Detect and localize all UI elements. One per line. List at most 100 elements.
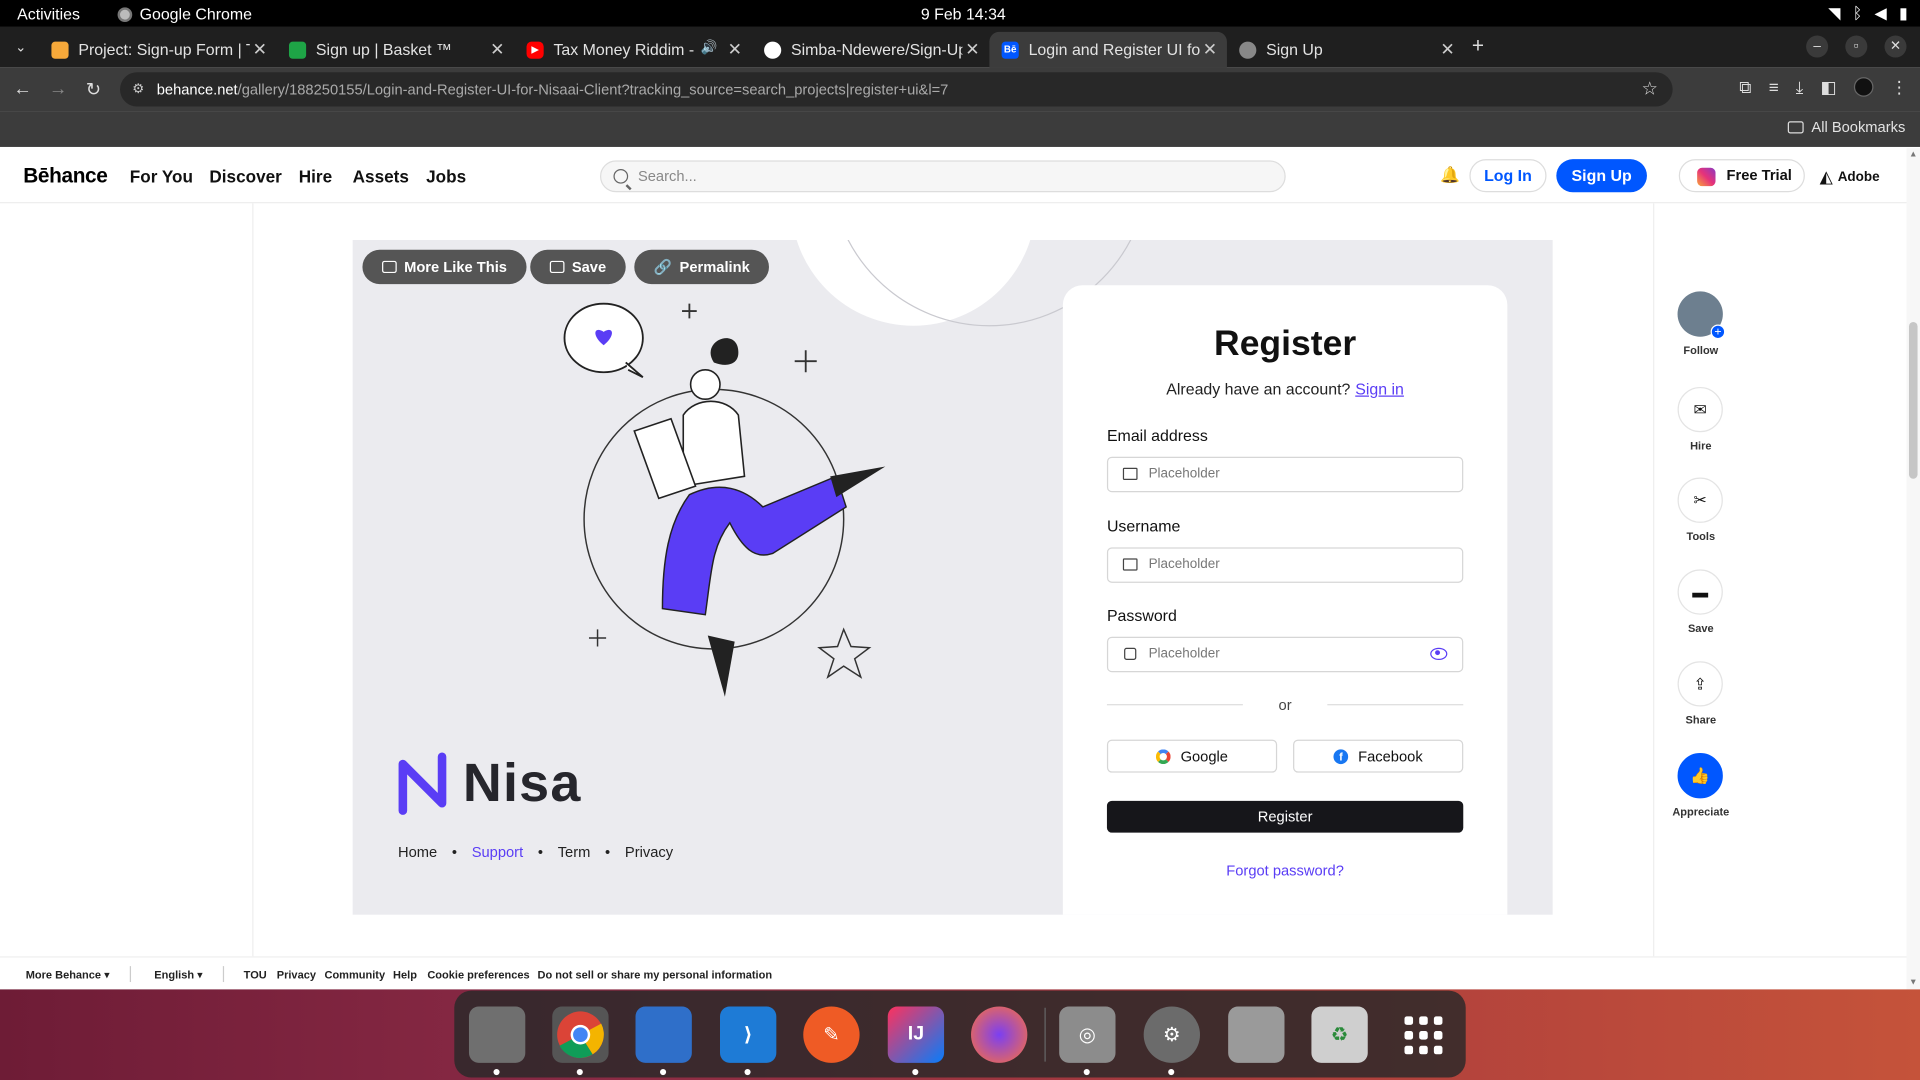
- tab-1[interactable]: Sign up | Basket ™ ✕: [277, 32, 515, 68]
- extensions-icon[interactable]: ⧉: [1739, 77, 1751, 98]
- footer-tou-link[interactable]: TOU: [244, 969, 267, 981]
- ssd-drive-icon[interactable]: [1228, 1006, 1285, 1063]
- minimize-button[interactable]: –: [1806, 35, 1829, 58]
- share-icon[interactable]: ⇪: [1677, 661, 1723, 707]
- behance-header: Bēhance For You Discover Hire Assets Job…: [0, 148, 1908, 204]
- folder-icon: [549, 260, 565, 274]
- login-button[interactable]: Log In: [1469, 159, 1547, 193]
- avatar[interactable]: +: [1677, 291, 1726, 340]
- nav-assets[interactable]: Assets: [353, 167, 409, 187]
- tab-2[interactable]: ▶ Tax Money Riddim - m 🔊 ✕: [514, 32, 752, 68]
- dock-separator: [1044, 1007, 1046, 1062]
- chrome-icon[interactable]: [552, 1006, 609, 1076]
- toolbar-icons: ⧉ ≡ ⤓ ◧ ⋮: [1739, 77, 1908, 98]
- nav-discover[interactable]: Discover: [209, 167, 281, 187]
- project-footer-nav: Home • Support • Term • Privacy: [398, 844, 673, 861]
- nav-jobs[interactable]: Jobs: [426, 167, 466, 187]
- profile-avatar[interactable]: [1853, 77, 1874, 97]
- more-behance-dropdown[interactable]: More Behance ▾: [26, 969, 110, 982]
- more-like-this-button[interactable]: More Like This: [362, 249, 527, 285]
- tab-strip: ⌄ Project: Sign-up Form | T ✕ Sign up | B…: [0, 26, 1920, 68]
- activities-button[interactable]: Activities: [17, 5, 80, 23]
- clock[interactable]: 9 Feb 14:34: [921, 5, 1006, 23]
- facebook-label: Facebook: [1358, 747, 1423, 765]
- audio-playing-icon[interactable]: 🔊: [701, 39, 718, 55]
- scrollbar-thumb[interactable]: [1908, 322, 1918, 479]
- tab-search-button[interactable]: ⌄: [10, 37, 32, 59]
- save-button[interactable]: Save: [530, 249, 626, 285]
- footer-privacy-link[interactable]: Privacy: [277, 969, 316, 981]
- bookmark-star-icon[interactable]: ☆: [1641, 72, 1657, 106]
- app-menu[interactable]: Google Chrome: [117, 5, 252, 23]
- close-icon[interactable]: ✕: [490, 39, 504, 60]
- scroll-up-icon[interactable]: ▲: [1909, 151, 1917, 160]
- close-icon[interactable]: ✕: [253, 39, 267, 60]
- more-like-this-label: More Like This: [404, 258, 507, 276]
- forward-button[interactable]: →: [49, 78, 67, 99]
- close-icon[interactable]: ✕: [1203, 39, 1217, 60]
- nav-hire[interactable]: Hire: [299, 167, 332, 187]
- side-panel-icon[interactable]: ◧: [1821, 77, 1837, 98]
- reload-button[interactable]: ↻: [86, 78, 101, 101]
- running-indicator: [660, 1068, 667, 1076]
- appreciate-action[interactable]: 👍 Appreciate: [1672, 753, 1729, 818]
- adobe-link[interactable]: ◭ Adobe: [1820, 167, 1880, 188]
- footer-do-not-sell-link[interactable]: Do not sell or share my personal informa…: [538, 969, 773, 981]
- address-bar[interactable]: ⚙ behance.net/gallery/188250155/Login-an…: [120, 72, 1673, 107]
- files-icon[interactable]: [468, 1006, 526, 1076]
- system-tray[interactable]: ◥ ᛒ ◀ ▮: [1828, 4, 1908, 24]
- text-editor-icon[interactable]: [635, 1006, 692, 1076]
- intellij-icon[interactable]: IJ: [887, 1006, 945, 1076]
- trash-icon[interactable]: ♻: [1311, 1006, 1368, 1063]
- share-action[interactable]: ⇪ Share: [1677, 661, 1723, 726]
- settings-icon[interactable]: ⚙: [1143, 1006, 1201, 1076]
- follow-action[interactable]: + Follow: [1677, 291, 1726, 356]
- signup-button[interactable]: Sign Up: [1556, 159, 1647, 193]
- envelope-icon[interactable]: ✉: [1677, 386, 1723, 433]
- restore-button[interactable]: ▫: [1845, 35, 1868, 58]
- nav-for-you[interactable]: For You: [130, 167, 193, 187]
- folder-icon[interactable]: ▬: [1677, 569, 1723, 615]
- tab-0[interactable]: Project: Sign-up Form | T ✕: [39, 32, 277, 68]
- page-scrollbar[interactable]: ▲ ▼: [1906, 148, 1920, 990]
- email-field: Placeholder: [1106, 456, 1464, 493]
- close-icon[interactable]: ✕: [965, 39, 979, 60]
- thumbs-up-icon[interactable]: 👍: [1677, 753, 1723, 799]
- bell-icon[interactable]: 🔔: [1440, 165, 1460, 185]
- back-button[interactable]: ←: [13, 78, 31, 99]
- download-icon[interactable]: ⤓: [1796, 77, 1804, 98]
- footer-help-link[interactable]: Help: [393, 969, 417, 981]
- close-window-button[interactable]: ✕: [1884, 35, 1907, 58]
- close-icon[interactable]: ✕: [1440, 39, 1454, 60]
- new-tab-button[interactable]: +: [1472, 34, 1484, 58]
- hire-action[interactable]: ✉ Hire: [1677, 386, 1723, 452]
- media-control-icon[interactable]: ≡: [1769, 77, 1779, 98]
- footer-cookie-link[interactable]: Cookie preferences: [427, 969, 529, 981]
- close-icon[interactable]: ✕: [728, 39, 742, 60]
- menu-icon[interactable]: ⋮: [1891, 77, 1908, 98]
- tab-5[interactable]: Sign Up ✕: [1227, 32, 1465, 68]
- permalink-button[interactable]: 🔗 Permalink: [634, 249, 770, 285]
- behance-logo[interactable]: Bēhance: [23, 164, 108, 188]
- tab-title: Simba-Ndewere/Sign-Up: [791, 40, 963, 59]
- dot-separator: •: [605, 843, 611, 861]
- vscode-icon[interactable]: ⟩: [720, 1006, 777, 1076]
- tools-icon[interactable]: ✂: [1677, 477, 1723, 523]
- tab-3[interactable]: Simba-Ndewere/Sign-Up ✕: [752, 32, 990, 68]
- image-viewer-icon[interactable]: ◎: [1059, 1006, 1116, 1076]
- save-action[interactable]: ▬ Save: [1677, 569, 1723, 634]
- tools-action[interactable]: ✂ Tools: [1677, 477, 1723, 542]
- firefox-icon[interactable]: [971, 1006, 1028, 1063]
- search-input[interactable]: Search...: [600, 160, 1286, 193]
- scroll-down-icon[interactable]: ▼: [1909, 978, 1917, 987]
- dot-separator: •: [451, 843, 458, 861]
- footer-community-link[interactable]: Community: [324, 969, 385, 981]
- adobe-label: Adobe: [1837, 169, 1880, 185]
- all-bookmarks-button[interactable]: All Bookmarks: [1788, 119, 1905, 136]
- postman-icon[interactable]: ✎: [803, 1006, 860, 1063]
- language-dropdown[interactable]: English ▾: [154, 969, 202, 982]
- free-trial-button[interactable]: Free Trial: [1678, 159, 1805, 193]
- show-apps-icon[interactable]: [1395, 1007, 1451, 1063]
- site-info-icon[interactable]: ⚙: [132, 72, 144, 106]
- tab-4-active[interactable]: Bē Login and Register UI fo ✕: [989, 31, 1227, 68]
